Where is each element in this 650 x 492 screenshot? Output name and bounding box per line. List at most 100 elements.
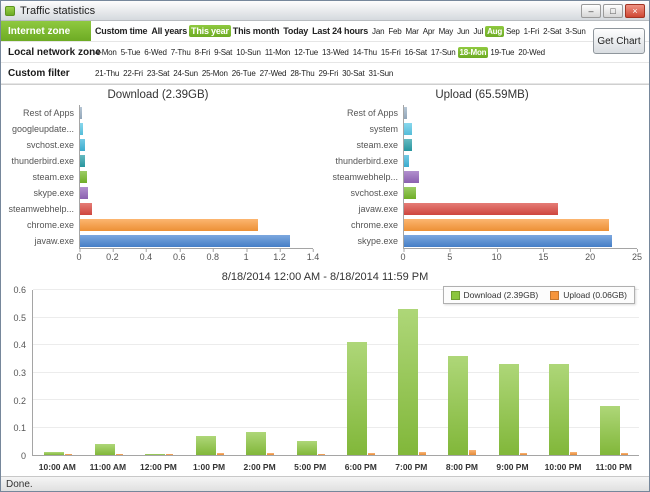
filter-18-mon[interactable]: 18-Mon [457,46,489,58]
filter-row-3: Custom filter 21-Thu 22-Fri 23-Sat 24-Sun 25… [1,63,649,84]
filter-15-fri[interactable]: 15-Fri [379,47,403,58]
x-label-8-00-pm: 8:00 PM [445,462,478,472]
filter-7-thu[interactable]: 7-Thu [169,47,193,58]
filter-jan[interactable]: Jan [370,26,386,37]
filter-28-thu[interactable]: 28-Thu [288,68,316,79]
x-tick-20: 20 [585,249,596,262]
filter-25-mon[interactable]: 25-Mon [200,68,230,79]
sidebar-item-custom-filter[interactable]: Custom filter [1,63,91,83]
maximize-button[interactable]: □ [603,3,623,18]
filter-custom-time[interactable]: Custom time [93,25,149,37]
filter-10-sun[interactable]: 10-Sun [234,47,263,58]
filter-9-sat[interactable]: 9-Sat [212,47,234,58]
filter-31-sun[interactable]: 31-Sun [367,68,396,79]
filter-this-month[interactable]: This month [231,25,282,37]
filter-5-tue[interactable]: 5-Tue [119,47,143,58]
bar-steam-exe [404,139,413,151]
filter-apr[interactable]: Apr [421,26,437,37]
filter-mar[interactable]: Mar [404,26,421,37]
bar-skype-exe [80,187,89,199]
y-axis: 0 0.1 0.2 0.3 0.4 0.5 0.6 [5,285,31,461]
bar-label-steamwebhelp: steamwebhelp... [332,172,398,182]
bar-download-2-39gb-12-00-pm [145,453,166,455]
filter-may[interactable]: May [437,26,456,37]
bar-download-2-39gb-6-00-pm [347,342,368,455]
filter-2-sat[interactable]: 2-Sat [541,26,563,37]
filter-22-fri[interactable]: 22-Fri [121,68,145,79]
bar-label-steamwebhelp: steamwebhelp... [8,204,74,214]
filter-30-sat[interactable]: 30-Sat [340,68,366,79]
filter-all-years[interactable]: All years [149,25,189,37]
bar-download-2-39gb-9-00-pm [498,364,519,455]
filter-27-wed[interactable]: 27-Wed [258,68,289,79]
filter-4-mon[interactable]: 4-Mon [93,47,119,58]
filter-13-wed[interactable]: 13-Wed [320,47,351,58]
bar-label-rest-of-apps: Rest of Apps [346,108,398,118]
bar-download-2-39gb-2-00-pm [246,431,267,455]
bar-thunderbird-exe [80,155,85,167]
x-label-10-00-pm: 10:00 PM [544,462,582,472]
filter-aug[interactable]: Aug [485,25,505,37]
filter-jul[interactable]: Jul [471,26,485,37]
bar-label-javaw-exe: javaw.exe [34,236,74,246]
filter-24-sun[interactable]: 24-Sun [171,68,200,79]
minimize-button[interactable]: – [581,3,601,18]
bar-label-skype-exe: skype.exe [33,188,74,198]
bar-download-2-39gb-7-00-pm [397,309,418,455]
filter-jun[interactable]: Jun [455,26,471,37]
legend: Download (2.39GB) Upload (0.06GB) [442,286,635,304]
bar-upload-0-06gb-9-00-pm [519,452,527,455]
filter-3-sun[interactable]: 3-Sun [563,26,587,37]
bar-upload-0-06gb-11-00-pm [620,452,628,455]
x-label-7-00-pm: 7:00 PM [395,462,428,472]
download-by-app-chart: Download (2.39GB) Rest of Apps googleupdat… [1,85,325,268]
sidebar-item-internet-zone[interactable]: Internet zone [1,21,91,41]
sidebar-item-local-network-zone[interactable]: Local network zone [1,42,101,62]
bar-group-5-00-pm [286,290,337,455]
app-charts-area: Download (2.39GB) Rest of Apps googleupdat… [1,85,649,268]
x-tick-1: 1 [243,249,249,262]
filter-12-tue[interactable]: 12-Tue [292,47,320,58]
filter-1-fri[interactable]: 1-Fri [522,26,541,37]
bar-upload-0-06gb-6-00-pm [368,452,376,455]
bar-svchost-exe [404,187,417,199]
app-icon [5,5,15,16]
bar-group-8-00-pm [437,290,488,455]
filter-6-wed[interactable]: 6-Wed [142,47,168,58]
filter-14-thu[interactable]: 14-Thu [351,47,379,58]
x-axis: 10:00 AM 11:00 AM 12:00 PM 1:00 PM 2:00 PM 5:… [32,458,639,472]
filter-16-sat[interactable]: 16-Sat [403,47,429,58]
bar-upload-0-06gb-11-00-am [115,453,123,455]
bar-download-2-39gb-11-00-pm [599,405,620,455]
filter-11-mon[interactable]: 11-Mon [263,47,292,58]
bar-group-12-00-pm [134,290,185,455]
bar-upload-0-06gb-10-00-am [65,453,73,455]
bar-upload-0-06gb-7-00-pm [418,451,426,455]
x-label-5-00-pm: 5:00 PM [294,462,327,472]
filter-20-wed[interactable]: 20-Wed [516,47,547,58]
filter-26-tue[interactable]: 26-Tue [230,68,258,79]
filter-23-sat[interactable]: 23-Sat [145,68,171,79]
bar-download-2-39gb-10-00-am [44,451,65,455]
y-tick-0-4: 0.4 [13,340,26,351]
get-chart-button[interactable]: Get Chart [593,28,645,54]
filter-row-1: Internet zone Custom time All years This y… [1,21,649,42]
y-tick-0-6: 0.6 [13,285,26,295]
filter-today[interactable]: Today [281,25,310,37]
filter-8-fri[interactable]: 8-Fri [193,47,212,58]
bar-label-thunderbird-exe: thunderbird.exe [335,156,398,166]
filter-sep[interactable]: Sep [504,26,522,37]
filter-17-sun[interactable]: 17-Sun [429,47,458,58]
filter-this-year[interactable]: This year [189,25,231,37]
filter-29-fri[interactable]: 29-Fri [316,68,340,79]
bar-download-2-39gb-11-00-am [94,444,115,455]
close-button[interactable]: × [625,3,645,18]
x-tick-5: 5 [447,249,453,262]
x-tick-25: 25 [631,249,643,262]
filter-19-tue[interactable]: 19-Tue [488,47,516,58]
filter-feb[interactable]: Feb [386,26,403,37]
bar-label-skype-exe: skype.exe [357,236,398,246]
timeline-chart: 8/18/2014 12:00 AM - 8/18/2014 11:59 PM 0… [1,268,649,476]
filter-21-thu[interactable]: 21-Thu [93,68,121,79]
filter-last-24-hours[interactable]: Last 24 hours [310,25,370,37]
